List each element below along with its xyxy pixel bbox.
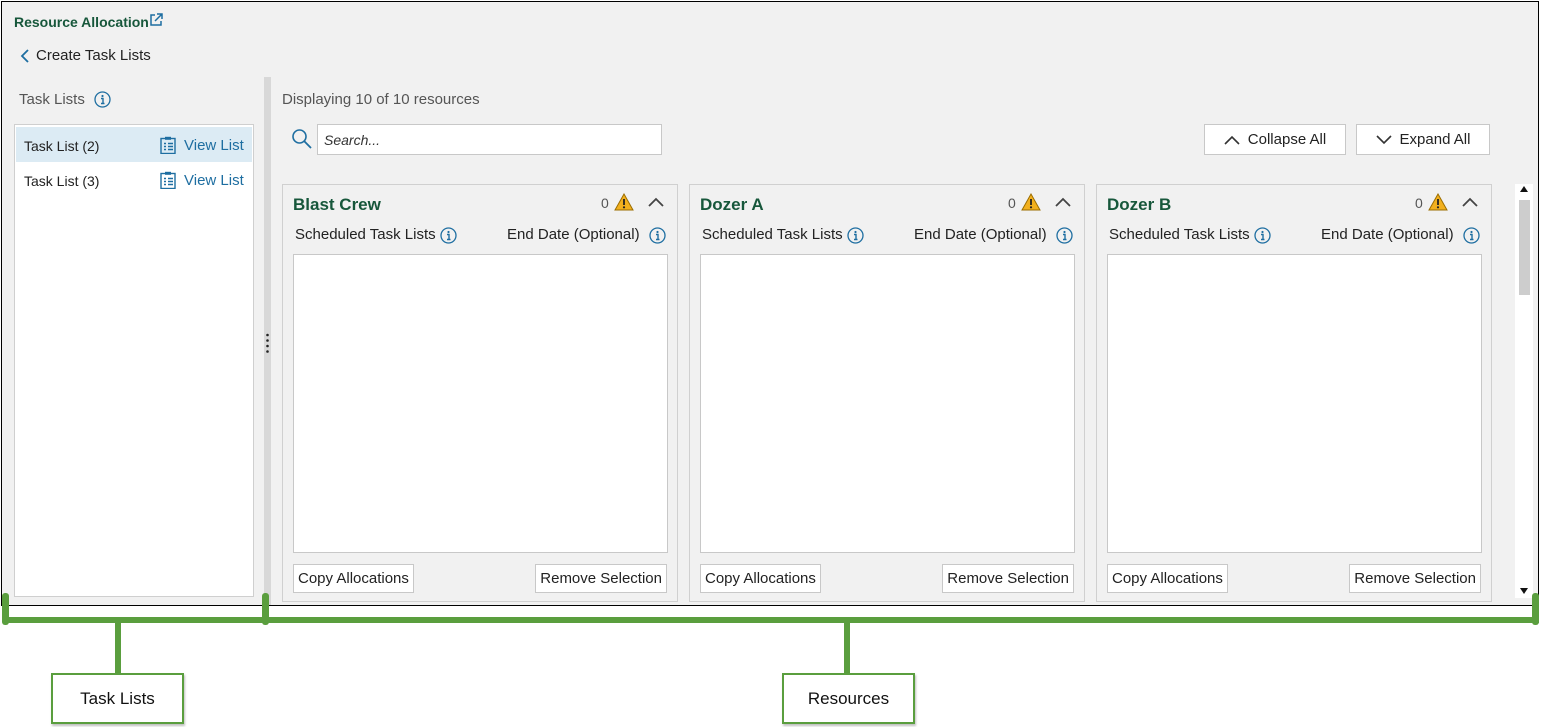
resource-card: Dozer B 0 Scheduled Task Lists End Date … xyxy=(1096,184,1492,602)
collapse-card-icon[interactable] xyxy=(1055,197,1071,207)
resource-allocation-window: Resource Allocation Create Task Lists Ta… xyxy=(1,1,1539,606)
collapse-card-icon[interactable] xyxy=(648,197,664,207)
clipboard-list-icon xyxy=(160,171,176,189)
bracket-tick xyxy=(262,593,269,625)
remove-selection-button[interactable]: Remove Selection xyxy=(535,564,667,593)
back-link-label: Create Task Lists xyxy=(36,47,151,64)
info-icon[interactable] xyxy=(1254,227,1271,244)
search-input[interactable] xyxy=(317,124,662,155)
end-date-label: End Date (Optional) xyxy=(507,226,640,243)
copy-allocations-button[interactable]: Copy Allocations xyxy=(1107,564,1228,593)
copy-allocations-button[interactable]: Copy Allocations xyxy=(700,564,821,593)
bracket-stem xyxy=(115,621,121,675)
end-date-label: End Date (Optional) xyxy=(914,226,1047,243)
remove-selection-button[interactable]: Remove Selection xyxy=(1349,564,1481,593)
chevron-up-icon xyxy=(1224,135,1240,145)
info-icon[interactable] xyxy=(1463,227,1480,244)
info-icon[interactable] xyxy=(440,227,457,244)
remove-selection-button[interactable]: Remove Selection xyxy=(942,564,1074,593)
search-icon xyxy=(292,129,312,149)
scheduled-task-lists-label: Scheduled Task Lists xyxy=(702,226,843,243)
view-list-label: View List xyxy=(184,136,244,154)
app-title: Resource Allocation xyxy=(14,14,149,30)
view-list-link[interactable]: View List xyxy=(160,171,244,189)
scheduled-task-lists-box[interactable] xyxy=(700,254,1075,553)
resource-count-text: Displaying 10 of 10 resources xyxy=(282,91,480,108)
back-link[interactable]: Create Task Lists xyxy=(20,47,151,64)
resource-card: Dozer A 0 Scheduled Task Lists End Date … xyxy=(689,184,1085,602)
scheduled-task-lists-box[interactable] xyxy=(293,254,668,553)
chevron-down-icon xyxy=(1375,134,1392,144)
warning-icon xyxy=(1021,193,1041,211)
resource-name: Blast Crew xyxy=(293,195,381,214)
resources-callout: Resources xyxy=(782,673,915,724)
collapse-card-icon[interactable] xyxy=(1462,197,1478,207)
resource-name: Dozer B xyxy=(1107,195,1172,214)
bracket-tick xyxy=(2,593,9,625)
bracket-stem xyxy=(844,621,850,675)
collapse-all-label: Collapse All xyxy=(1247,131,1327,148)
external-link-icon[interactable] xyxy=(149,13,163,27)
task-list-name: Task List (2) xyxy=(24,138,100,154)
scrollbar-thumb[interactable] xyxy=(1519,200,1530,295)
task-list-name: Task List (3) xyxy=(24,173,100,189)
vertical-scrollbar[interactable] xyxy=(1515,184,1533,598)
scroll-down-arrow-icon[interactable] xyxy=(1519,587,1529,595)
scheduled-task-lists-box[interactable] xyxy=(1107,254,1482,553)
annotation-bracket-bar xyxy=(4,617,1539,623)
warning-count: 0 xyxy=(1415,195,1423,211)
clipboard-list-icon xyxy=(160,136,176,154)
collapse-all-button[interactable]: Collapse All xyxy=(1204,124,1346,155)
task-list-item[interactable]: Task List (2) View List xyxy=(16,127,252,162)
info-icon[interactable] xyxy=(649,227,666,244)
info-icon[interactable] xyxy=(1056,227,1073,244)
expand-all-label: Expand All xyxy=(1399,131,1471,148)
view-list-link[interactable]: View List xyxy=(160,136,244,154)
scroll-up-arrow-icon[interactable] xyxy=(1519,185,1529,193)
warning-icon xyxy=(614,193,634,211)
warning-icon xyxy=(1428,193,1448,211)
scheduled-task-lists-label: Scheduled Task Lists xyxy=(295,226,436,243)
task-lists-callout: Task Lists xyxy=(51,673,184,724)
chevron-left-icon xyxy=(20,48,29,63)
task-list-item[interactable]: Task List (3) View List xyxy=(16,162,252,197)
drag-handle-icon[interactable] xyxy=(266,333,269,353)
copy-allocations-button[interactable]: Copy Allocations xyxy=(293,564,414,593)
task-lists-heading: Task Lists xyxy=(19,91,85,108)
scheduled-task-lists-label: Scheduled Task Lists xyxy=(1109,226,1250,243)
expand-all-button[interactable]: Expand All xyxy=(1356,124,1490,155)
warning-count: 0 xyxy=(1008,195,1016,211)
resource-card: Blast Crew 0 Scheduled Task Lists End Da… xyxy=(282,184,678,602)
task-lists-panel: Task List (2) View List Task List (3) Vi… xyxy=(14,124,254,597)
bracket-tick xyxy=(1532,593,1539,625)
view-list-label: View List xyxy=(184,171,244,189)
warning-count: 0 xyxy=(601,195,609,211)
info-icon[interactable] xyxy=(847,227,864,244)
info-icon[interactable] xyxy=(94,91,111,108)
resource-name: Dozer A xyxy=(700,195,764,214)
end-date-label: End Date (Optional) xyxy=(1321,226,1454,243)
